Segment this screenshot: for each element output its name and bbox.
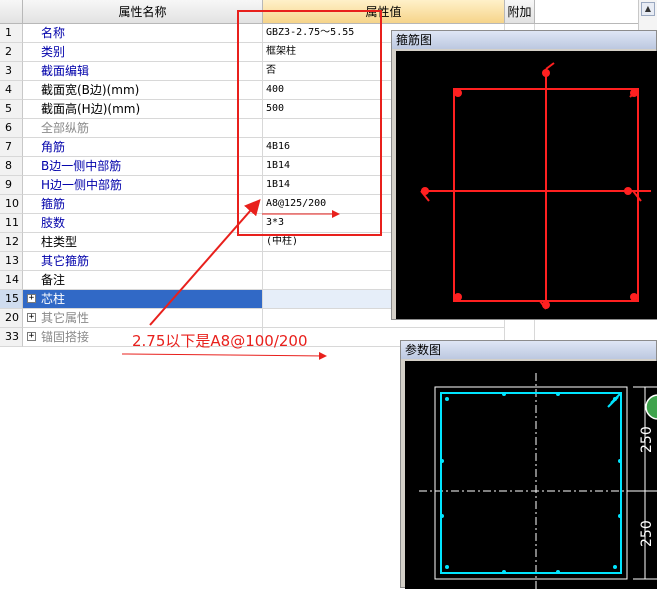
annotation-text: 2.75以下是A8@100/200 <box>132 332 308 350</box>
text-underline-arrow <box>121 351 327 360</box>
annotation-arrow <box>149 198 261 326</box>
highlight-box <box>237 10 382 236</box>
annotation-overlay <box>121 10 382 360</box>
